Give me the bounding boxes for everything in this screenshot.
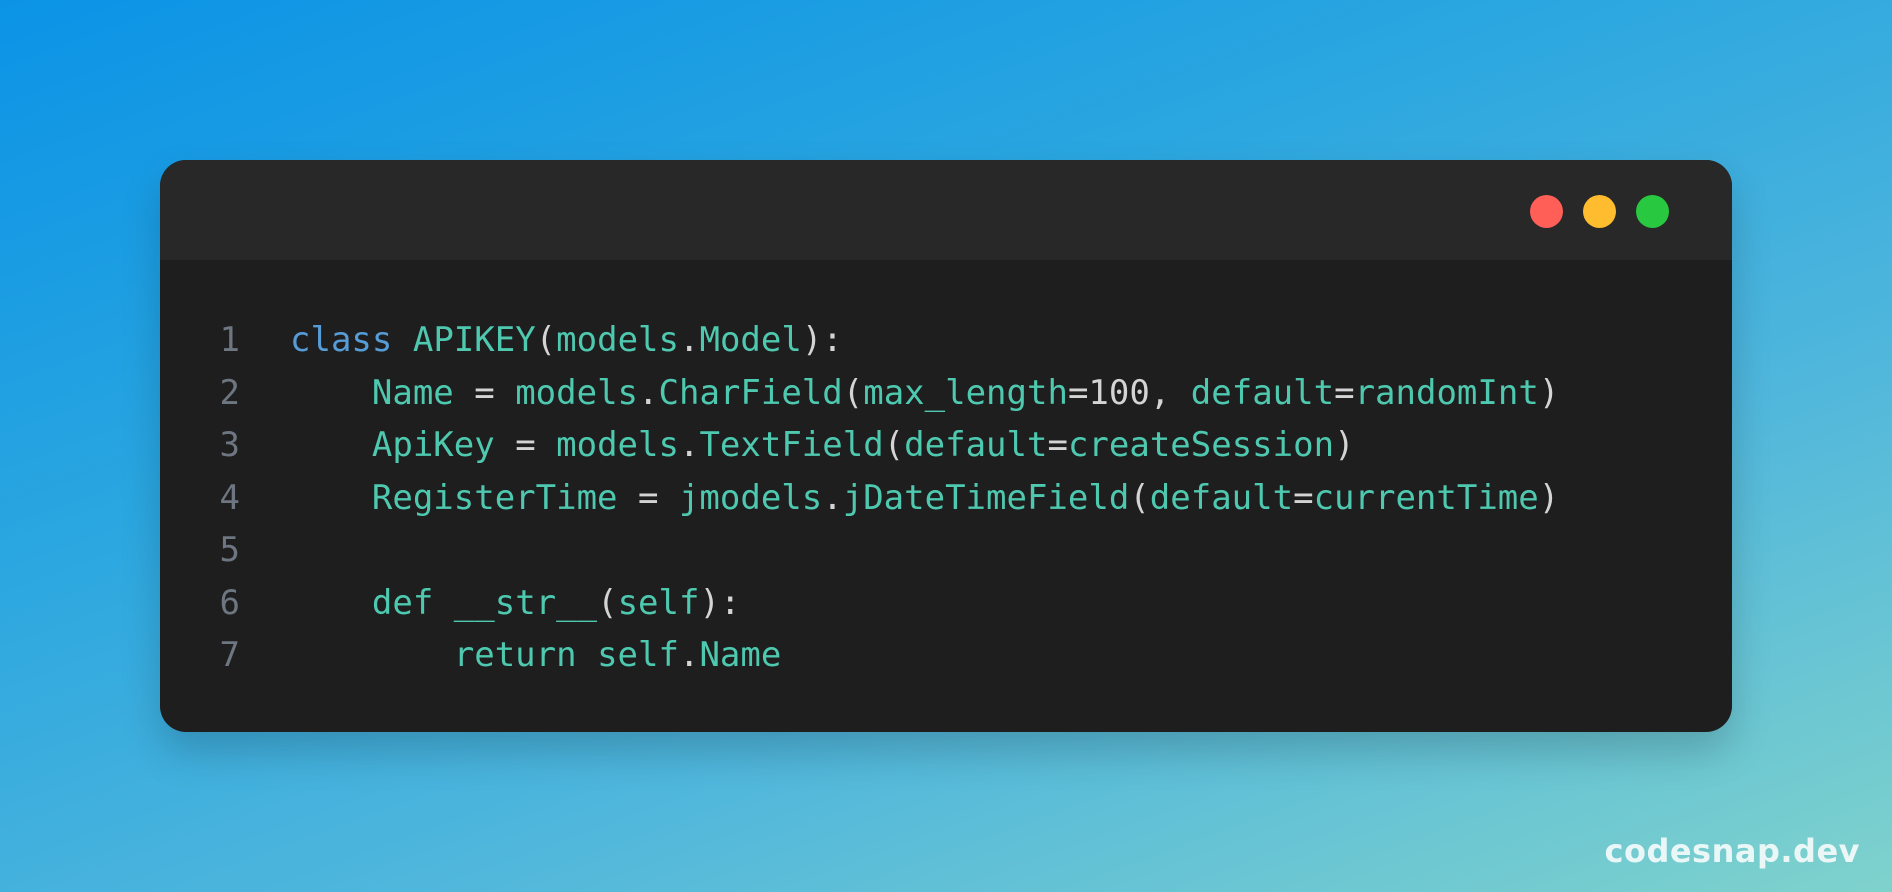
code-token: randomInt	[1354, 372, 1539, 413]
code-token: models	[515, 372, 639, 413]
line-number: 2	[219, 372, 240, 413]
code-token: =	[1334, 372, 1355, 413]
code-token: currentTime	[1313, 477, 1539, 518]
code-line: 2 Name = models.CharField(max_length=100…	[160, 367, 1732, 420]
code-token: =	[617, 477, 679, 518]
code-token: models	[556, 425, 679, 465]
code-token: (	[597, 582, 618, 623]
code-token: self	[597, 635, 679, 675]
code-line: 5	[160, 524, 1732, 577]
code-token: ApiKey	[371, 425, 495, 465]
code-token: Model	[699, 320, 802, 360]
line-number: 4	[219, 477, 240, 518]
code-text: return self.Name	[290, 629, 782, 682]
code-token: createSession	[1067, 425, 1335, 465]
code-token: default	[904, 425, 1048, 465]
code-token: self	[617, 582, 700, 623]
code-text: class APIKEY(models.Model):	[290, 314, 843, 367]
code-token: )	[1334, 425, 1355, 465]
line-number: 3	[219, 425, 240, 465]
code-token: (	[1129, 477, 1150, 518]
codesnap-watermark: codesnap.dev	[1604, 832, 1860, 870]
code-line: 1 class APIKEY(models.Model):	[160, 314, 1732, 367]
code-line: 4 RegisterTime = jmodels.jDateTimeField(…	[160, 472, 1732, 525]
code-token: )	[1538, 477, 1560, 518]
code-token: =	[1047, 425, 1068, 465]
minimize-dot-icon[interactable]	[1583, 195, 1616, 228]
code-token: (	[842, 372, 864, 413]
code-block: 1 class APIKEY(models.Model): 2 Name = mod…	[160, 314, 1732, 682]
code-token: CharField	[658, 372, 843, 413]
line-number: 5	[219, 530, 240, 570]
line-number: 6	[219, 582, 240, 623]
code-token: Name	[371, 372, 454, 413]
code-token: max_length	[863, 372, 1068, 413]
code-token: TextField	[699, 425, 884, 465]
code-text: ApiKey = models.TextField(default=create…	[290, 419, 1355, 472]
code-token: ):	[699, 582, 741, 623]
code-token: def	[371, 582, 434, 623]
code-token: .	[638, 372, 659, 413]
window-titlebar	[160, 160, 1732, 260]
code-token: .	[678, 425, 700, 465]
code-token: jDateTimeField	[842, 477, 1130, 518]
line-number: 7	[219, 635, 240, 675]
code-token: default	[1149, 477, 1294, 518]
code-text: Name = models.CharField(max_length=100, …	[290, 367, 1559, 420]
code-token: APIKEY	[412, 320, 536, 360]
code-token: =	[1293, 477, 1314, 518]
code-token: default	[1190, 372, 1335, 413]
maximize-dot-icon[interactable]	[1636, 195, 1669, 228]
code-text: RegisterTime = jmodels.jDateTimeField(de…	[290, 472, 1559, 525]
code-token: ,	[1149, 372, 1191, 413]
code-token: models	[556, 320, 679, 360]
code-line: 6 def __str__(self):	[160, 577, 1732, 630]
code-token: .	[678, 635, 700, 675]
code-token: =	[1067, 372, 1089, 413]
code-token: __str__	[453, 582, 598, 623]
code-token: 100	[1088, 372, 1150, 413]
code-text: def __str__(self):	[290, 577, 741, 630]
code-token: class	[290, 320, 393, 360]
code-token: jmodels	[678, 477, 823, 518]
close-dot-icon[interactable]	[1530, 195, 1563, 228]
code-token: .	[678, 320, 700, 360]
code-token: Name	[699, 635, 782, 675]
code-token: ):	[801, 320, 843, 360]
code-token: .	[822, 477, 843, 518]
code-token: =	[453, 372, 516, 413]
code-token: RegisterTime	[371, 477, 618, 518]
line-number: 1	[219, 320, 240, 360]
code-token: (	[883, 425, 905, 465]
code-window: 1 class APIKEY(models.Model): 2 Name = mod…	[160, 160, 1732, 732]
code-token: )	[1538, 372, 1560, 413]
code-line: 3 ApiKey = models.TextField(default=crea…	[160, 419, 1732, 472]
code-token: (	[535, 320, 557, 360]
code-token: =	[494, 425, 557, 465]
code-token: return	[453, 635, 577, 675]
code-line: 7 return self.Name	[160, 629, 1732, 682]
